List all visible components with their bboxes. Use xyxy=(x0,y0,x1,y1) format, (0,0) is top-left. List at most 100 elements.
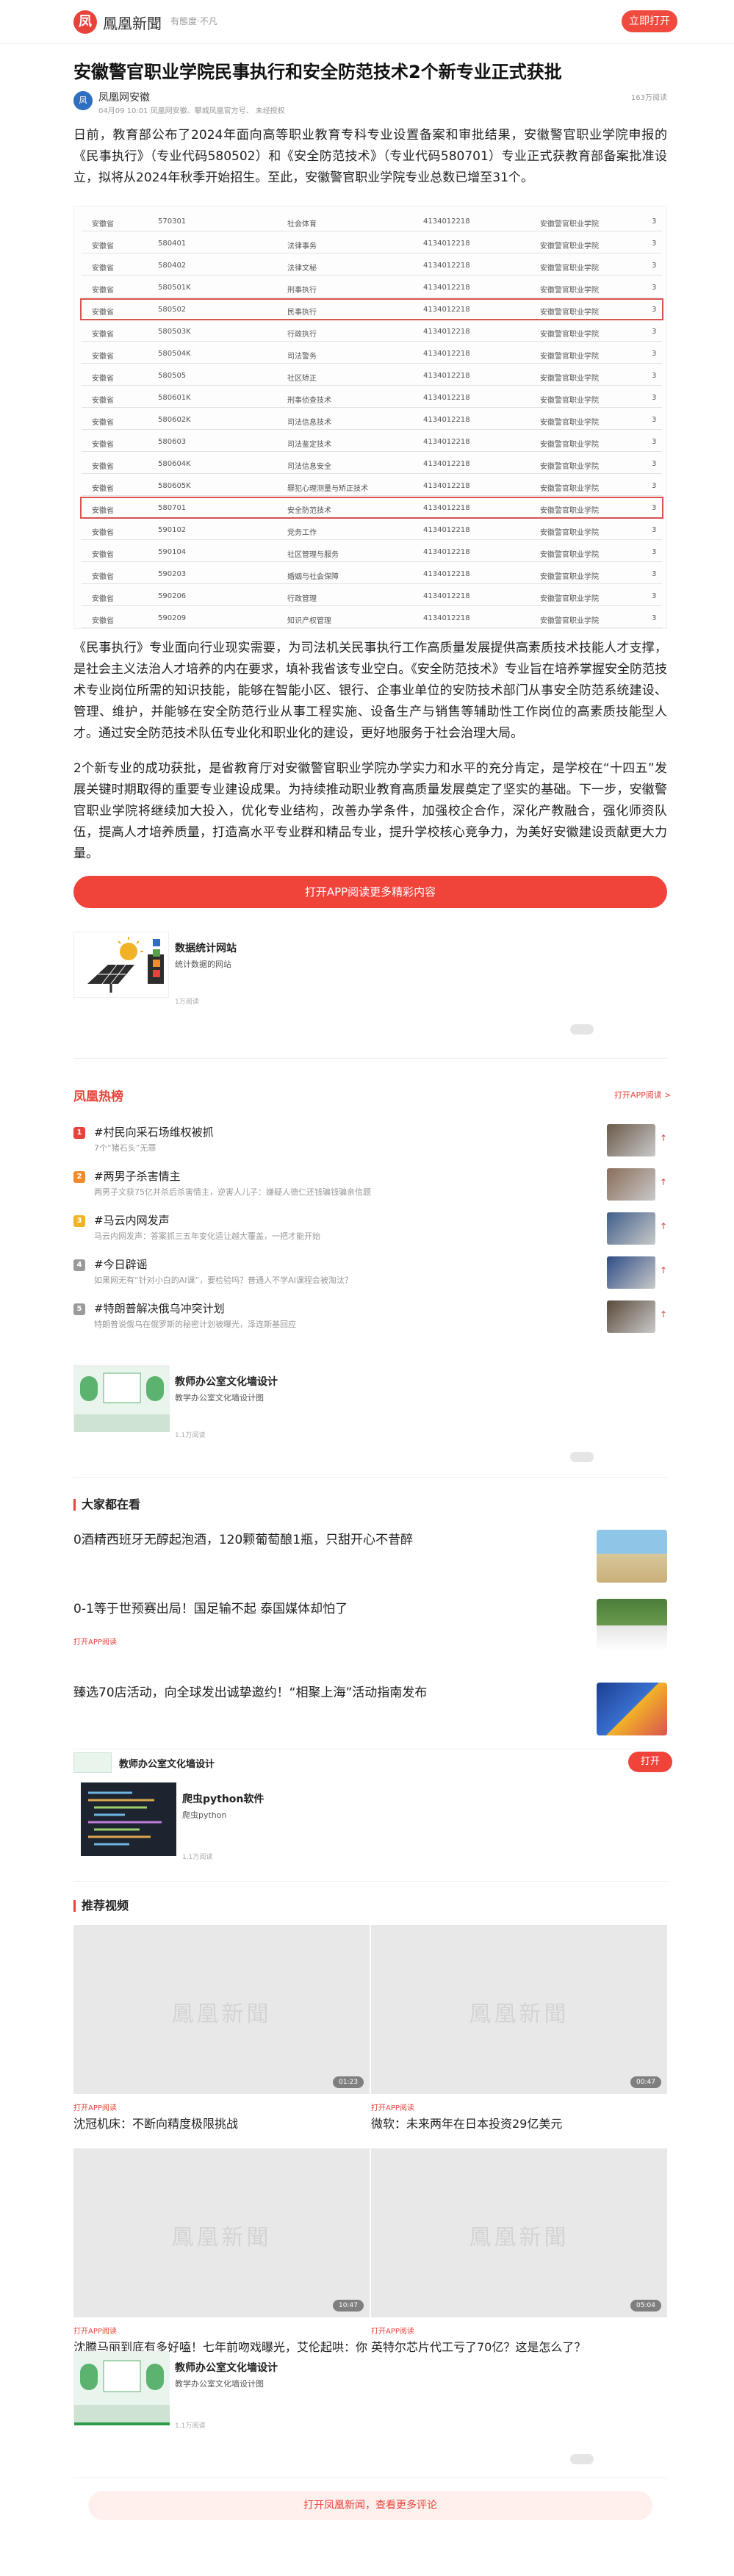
logo-name[interactable]: 鳳凰新聞 xyxy=(103,12,162,33)
table-cell: 580401 xyxy=(158,240,187,248)
table-cell: 司法鉴定技术 xyxy=(287,441,331,449)
table-cell: 3 xyxy=(652,217,657,226)
table-cell: 安徽警官职业学院 xyxy=(540,265,599,273)
table-row: 安徽省 580605K 罪犯心理测量与矫正技术 4134012218 安徽警官职业学院 3 xyxy=(82,475,662,496)
table-row: 安徽省 580603 司法鉴定技术 4134012218 安徽警官职业学院 3 xyxy=(82,431,662,452)
table-cell: 590206 xyxy=(158,592,187,600)
video-source[interactable]: 打开APP阅读 xyxy=(371,2101,414,2112)
news-title[interactable]: 0酒精西班牙无醇起泡酒，120颗葡萄酿1瓶，只甜开心不昔醉 xyxy=(73,1530,580,1550)
table-row: 安徽省 590104 社区管理与服务 4134012218 安徽警官职业学院 3 xyxy=(82,542,662,562)
news-source[interactable]: 打开APP阅读 xyxy=(73,1636,117,1647)
news-item[interactable]: 0酒精西班牙无醇起泡酒，120颗葡萄酿1瓶，只甜开心不昔醉 xyxy=(73,1530,667,1589)
news-thumbnail[interactable] xyxy=(597,1599,667,1652)
hot-item-title[interactable]: #村民向采石场维权被抓 xyxy=(94,1124,214,1140)
watermark-logo: 鳳凰新聞 xyxy=(469,2001,569,2027)
table-cell: 3 xyxy=(652,372,657,380)
divider xyxy=(73,1058,667,1059)
table-cell: 580605K xyxy=(158,482,191,490)
rank-badge: 4 xyxy=(73,1259,85,1271)
ad-card-meta: 1.1万阅读 xyxy=(182,1854,213,1861)
news-item[interactable]: 0-1等于世预赛出局！国足输不起 泰国媒体却怕了 打开APP阅读 xyxy=(73,1599,667,1668)
read-more-app-button[interactable]: 打开APP阅读更多精彩内容 xyxy=(73,876,667,908)
table-cell: 安徽省 xyxy=(92,220,114,229)
table-cell: 安徽警官职业学院 xyxy=(540,573,599,581)
office-wall-thumbnail xyxy=(73,2351,170,2425)
ad-close-icon[interactable] xyxy=(570,2454,594,2464)
author-avatar[interactable]: 凤 xyxy=(73,91,93,110)
hot-item-thumbnail[interactable] xyxy=(607,1300,655,1333)
article-title: 安徽警官职业学院民事执行和安全防范技术2个新专业正式获批 xyxy=(73,62,562,82)
highlight-box xyxy=(80,497,663,519)
video-card[interactable]: 鳳凰新聞 01:23 打开APP阅读 沈冠机床：不断向精度极限挑战 xyxy=(73,1925,370,2145)
ad-card-title[interactable]: 数据统计网站 xyxy=(175,940,237,955)
video-card[interactable]: 鳳凰新聞 05:04 打开APP阅读 英特尔芯片代工亏了70亿？这是怎么了？ xyxy=(371,2148,667,2369)
floating-ad-bar[interactable]: 教师办公室文化墙设计 xyxy=(73,1749,667,1775)
news-item[interactable]: 臻选70店活动，向全球发出诚挚邀约！“相聚上海”活动指南发布 xyxy=(73,1683,667,1738)
table-cell: 婚姻与社会保障 xyxy=(287,573,339,581)
hot-item-title[interactable]: #今日辟谣 xyxy=(94,1256,148,1272)
hot-item-thumbnail[interactable] xyxy=(607,1124,655,1156)
news-thumbnail[interactable] xyxy=(597,1683,667,1735)
table-cell: 580503K xyxy=(158,328,191,336)
rank-badge: 1 xyxy=(73,1127,85,1139)
news-thumbnail[interactable] xyxy=(597,1530,667,1583)
ad-card-wall-design-2[interactable]: 教师办公室文化墙设计 教学办公室文化墙设计图 1.1万阅读 xyxy=(73,2351,667,2430)
video-source[interactable]: 打开APP阅读 xyxy=(73,2101,117,2112)
more-comments-button[interactable]: 打开凤凰新闻，查看更多评论 xyxy=(88,2491,652,2520)
hot-item-subtitle: 马云内网发声：答案抓三五年变化适让越大覆盖，一把才能开始 xyxy=(94,1231,320,1241)
table-cell: 安徽省 xyxy=(92,485,114,493)
hot-item-thumbnail[interactable] xyxy=(607,1256,655,1289)
ad-close-icon[interactable] xyxy=(570,1024,594,1035)
floating-ad-title[interactable]: 教师办公室文化墙设计 xyxy=(119,1756,215,1770)
ad-card-python[interactable]: 爬虫python软件 爬虫python 1.1万阅读 xyxy=(73,1782,667,1863)
hot-item-title[interactable]: #马云内网发声 xyxy=(94,1212,170,1228)
ifeng-logo-icon[interactable]: 凤 xyxy=(73,10,97,34)
hot-list-item[interactable]: 2 #两男子杀害情主两男子文获75亿并杀后杀害情主，逆害人儿子：嫌疑人德仁还钱骗钱… xyxy=(73,1168,667,1205)
author-name[interactable]: 凤凰网安徽 xyxy=(98,90,150,104)
ad-card-title[interactable]: 爬虫python软件 xyxy=(182,1791,264,1806)
hot-list-item[interactable]: 5 #特朗普解决俄乌冲突计划 特朗普说俄乌在俄罗斯的秘密计划被曝光，泽连斯基回应 ↑ xyxy=(73,1300,667,1337)
ad-card-meta: 1.1万阅读 xyxy=(175,1432,206,1439)
hot-list-item[interactable]: 1 #村民向采石场维权被抓 7个“猪石头”无罪 ↑ xyxy=(73,1124,667,1161)
table-row: 安徽省 580402 法律文秘 4134012218 安徽警官职业学院 3 xyxy=(82,255,662,276)
ad-close-icon[interactable] xyxy=(570,1452,594,1462)
table-cell: 3 xyxy=(652,482,657,490)
news-title[interactable]: 0-1等于世预赛出局！国足输不起 泰国媒体却怕了 xyxy=(73,1599,580,1619)
hot-item-title[interactable]: #两男子杀害情主 xyxy=(94,1168,181,1184)
divider xyxy=(73,1477,667,1478)
table-row: 安徽省 580604K 司法信息安全 4134012218 安徽警官职业学院 3 xyxy=(82,453,662,474)
rank-badge: 5 xyxy=(73,1303,85,1315)
ad-card-title[interactable]: 教师办公室文化墙设计 xyxy=(175,2360,278,2375)
hot-item-title[interactable]: #特朗普解决俄乌冲突计划 xyxy=(94,1300,225,1316)
hot-list-item[interactable]: 3 #马云内网发声 马云内网发声：答案抓三五年变化适让越大覆盖，一把才能开始 ↑ xyxy=(73,1212,667,1249)
hot-list-open-link[interactable]: 打开APP阅读 > xyxy=(614,1089,672,1101)
video-title[interactable]: 沈冠机床：不断向精度极限挑战 xyxy=(73,2115,370,2133)
video-source[interactable]: 打开APP阅读 xyxy=(73,2325,117,2336)
table-cell: 社区矫正 xyxy=(287,375,317,383)
table-cell: 安徽省 xyxy=(92,242,114,251)
news-title[interactable]: 臻选70店活动，向全球发出诚挚邀约！“相聚上海”活动指南发布 xyxy=(73,1683,580,1703)
table-cell: 安徽警官职业学院 xyxy=(540,551,599,559)
hot-list-item[interactable]: 4 #今日辟谣 如果网无有“针对小白的AI课”，要检验吗？普通人不学AI课程会被淘汰… xyxy=(73,1256,667,1293)
hot-item-subtitle: 两男子文获75亿并杀后杀害情主，逆害人儿子：嫌疑人德仁还钱骗钱骗亲信题 xyxy=(94,1187,371,1197)
ad-card-stats[interactable]: 数据统计网站 统计数据的网站 1万阅读 xyxy=(73,932,667,1006)
floating-open-button[interactable]: 打开 xyxy=(628,1752,672,1772)
watermark-logo: 鳳凰新聞 xyxy=(469,2225,569,2251)
video-card[interactable]: 鳳凰新聞 10:47 打开APP阅读 沈腾马丽到底有多好嗑！七年前吻戏曝光，艾伦起哄：… xyxy=(73,2148,370,2372)
table-cell: 4134012218 xyxy=(423,548,470,556)
ad-card-title[interactable]: 教师办公室文化墙设计 xyxy=(175,1374,278,1389)
hot-item-subtitle: 7个“猪石头”无罪 xyxy=(94,1143,156,1153)
table-cell: 安徽警官职业学院 xyxy=(540,419,599,427)
rank-badge: 2 xyxy=(73,1171,85,1183)
video-title[interactable]: 微软：未来两年在日本投资29亿美元 xyxy=(371,2115,667,2133)
open-app-button[interactable]: 立即打开 xyxy=(622,10,677,32)
video-source[interactable]: 打开APP阅读 xyxy=(371,2325,414,2336)
ad-card-wall-design[interactable]: 教师办公室文化墙设计 教学办公室文化墙设计图 1.1万阅读 xyxy=(73,1365,667,1439)
hot-item-thumbnail[interactable] xyxy=(607,1212,655,1245)
table-cell: 安徽省 xyxy=(92,265,114,273)
table-cell: 3 xyxy=(652,526,657,534)
table-row: 安徽省 580602K 司法信息技术 4134012218 安徽警官职业学院 3 xyxy=(82,409,662,430)
video-card[interactable]: 鳳凰新聞 00:47 打开APP阅读 微软：未来两年在日本投资29亿美元 xyxy=(371,1925,667,2145)
hot-item-thumbnail[interactable] xyxy=(607,1168,655,1201)
trend-arrow-icon: ↑ xyxy=(660,1133,668,1143)
